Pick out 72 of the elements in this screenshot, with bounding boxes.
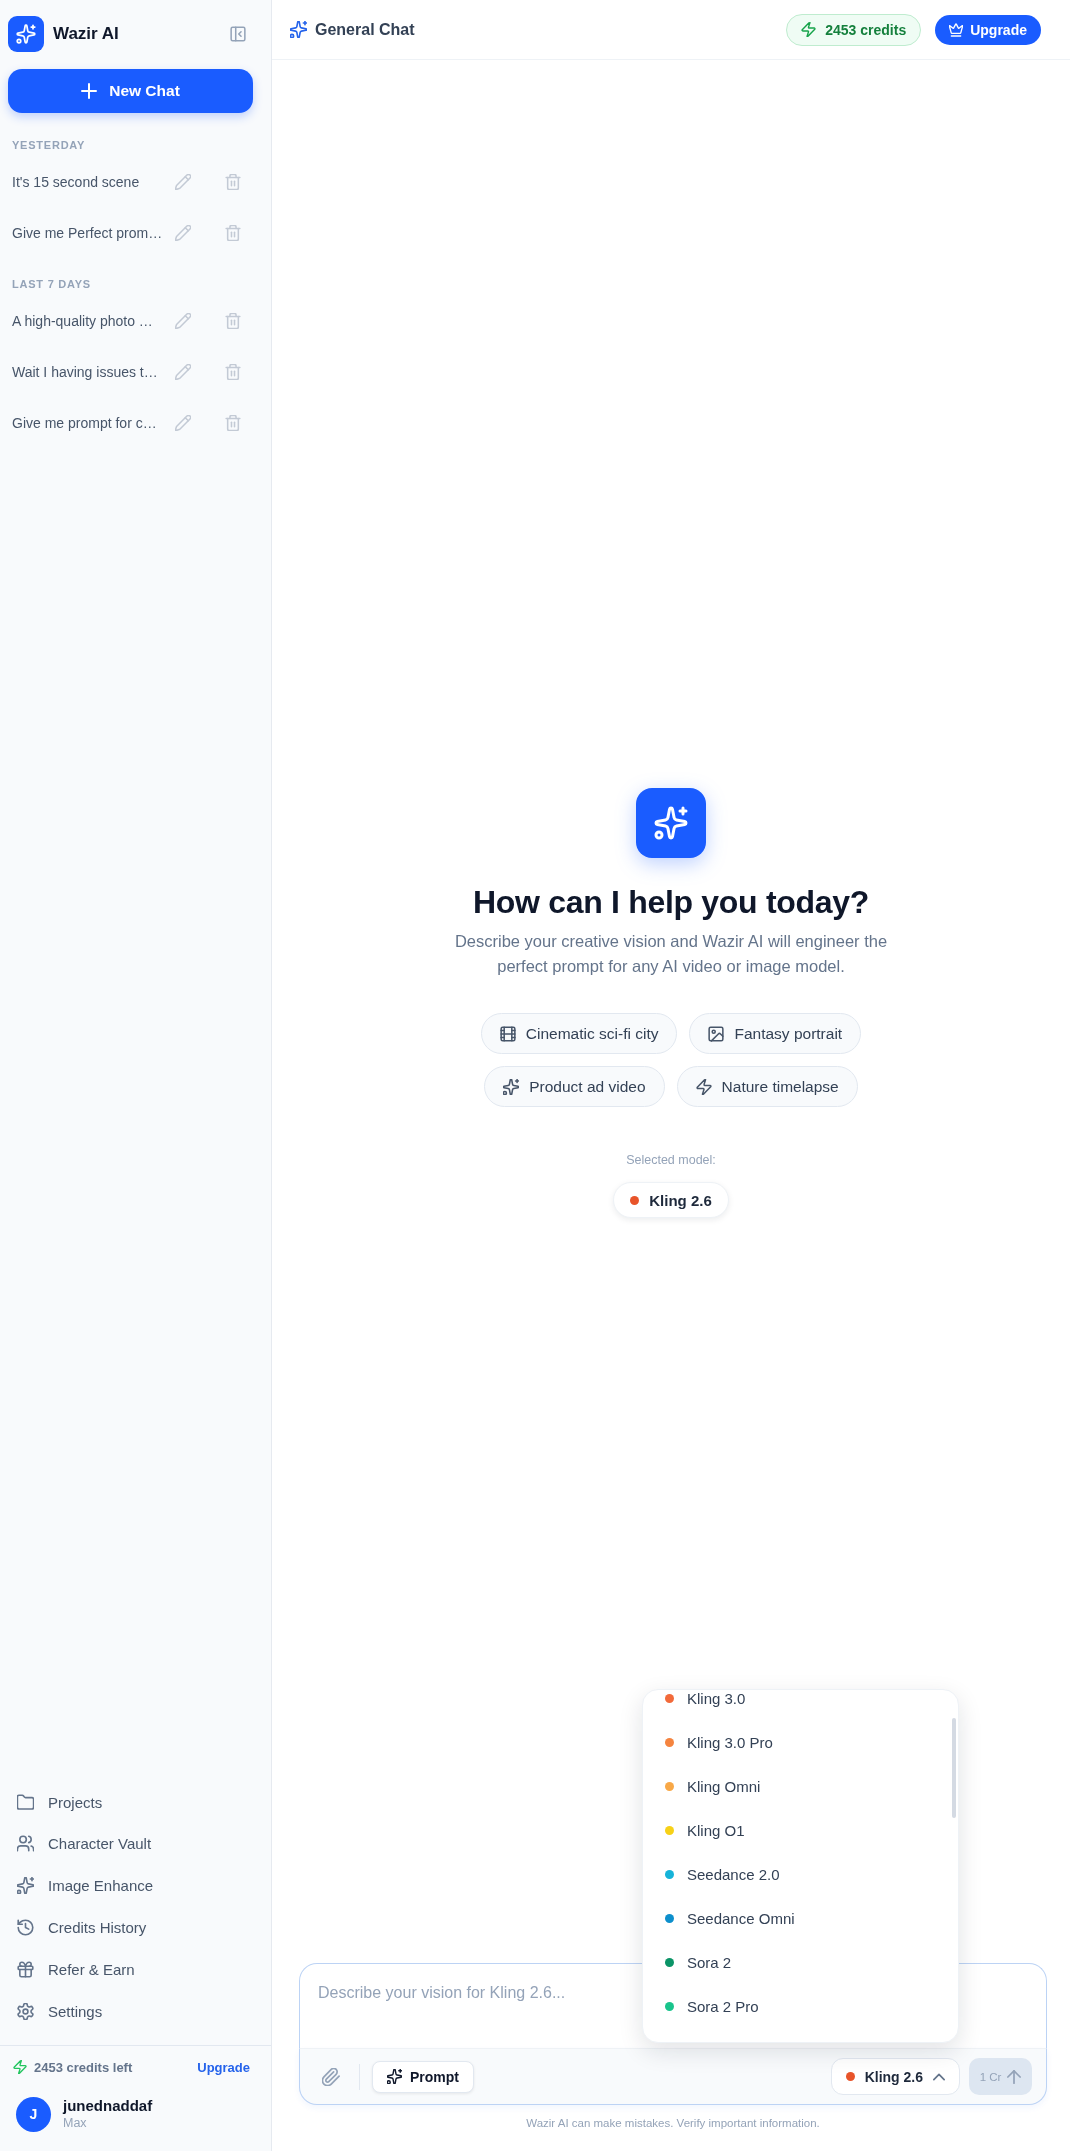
trash-icon[interactable] [225, 415, 241, 431]
model-option[interactable]: Seedance Omni [643, 1896, 944, 1940]
trash-icon[interactable] [225, 313, 241, 329]
suggestion-chip[interactable]: Product ad video [484, 1066, 665, 1107]
upgrade-link[interactable]: Upgrade [197, 2059, 250, 2075]
app-title: Wazir AI [53, 24, 120, 44]
sparkle-icon [387, 2069, 402, 2084]
scrollbar-thumb[interactable] [952, 1718, 956, 1818]
people-icon [17, 1835, 34, 1853]
chat-link[interactable]: Give me Perfect prom… [12, 225, 169, 241]
upgrade-button[interactable]: Upgrade [935, 14, 1041, 45]
gift-icon [17, 1960, 34, 1978]
sparkle-icon [290, 21, 307, 38]
crown-icon [949, 22, 964, 37]
folder-icon [17, 1793, 34, 1811]
suggestion-chip[interactable]: Fantasy portrait [689, 1013, 862, 1054]
model-selector[interactable]: Kling 2.6 [830, 2058, 960, 2095]
settings-icon [17, 2002, 34, 2020]
lightning-icon [13, 2060, 27, 2074]
username: junednaddaf [63, 2096, 153, 2115]
model-option[interactable]: Sora 2 Pro [643, 1984, 944, 2028]
selected-model-chip[interactable]: Kling 2.6 [613, 1182, 729, 1218]
suggestion-chip[interactable]: Nature timelapse [676, 1066, 858, 1107]
model-option[interactable]: Kling Omni [643, 1764, 944, 1808]
pencil-icon[interactable] [175, 313, 191, 329]
section-heading: YESTERDAY [11, 138, 87, 153]
nav-link[interactable]: Settings [8, 1990, 253, 2032]
nav-link[interactable]: Credits History [8, 1906, 253, 1949]
model-option[interactable]: Kling 3.0 Pro [643, 1720, 944, 1764]
disclaimer-text: Wazir AI can make mistakes. Verify important information. [526, 2116, 820, 2131]
suggestion-chip[interactable]: Cinematic sci-fi city [480, 1013, 678, 1054]
chat-link[interactable]: Wait I having issues t… [12, 364, 169, 380]
nav-link[interactable]: Refer & Earn [8, 1948, 253, 1991]
model-option[interactable]: Kling 3.0 [643, 1690, 944, 1720]
avatar: J [16, 2096, 51, 2132]
lightning-icon [801, 22, 817, 37]
selected-model-label: Selected model: [626, 1152, 716, 1169]
new-chat-button[interactable]: New Chat [8, 69, 253, 113]
sparkle-icon [503, 1078, 520, 1095]
chat-link[interactable]: A high-quality photo … [12, 313, 169, 329]
pencil-icon[interactable] [175, 415, 191, 431]
chat-title: General Chat [315, 20, 415, 39]
pencil-icon[interactable] [175, 364, 191, 380]
nav-link[interactable]: Projects [8, 1781, 253, 1823]
welcome-subtitle: Describe your creative vision and Wazir AI will engineer the perfect prompt for any AI video or image model. [453, 931, 889, 977]
pencil-icon[interactable] [175, 174, 191, 190]
prompt-button[interactable]: Prompt [372, 2060, 474, 2093]
film-icon [499, 1025, 516, 1042]
lightning-icon [695, 1078, 712, 1095]
nav-link[interactable]: Character Vault [8, 1823, 253, 1865]
nav-link[interactable]: Image Enhance [8, 1864, 253, 1907]
image-icon [708, 1025, 725, 1042]
plus-icon [81, 83, 98, 99]
sparkle-logo-icon [8, 16, 44, 52]
sidebar-toggle-icon[interactable] [230, 26, 246, 42]
model-option[interactable]: Kling O1 [643, 1808, 944, 1852]
sparkle-icon [636, 788, 706, 858]
pencil-icon[interactable] [175, 225, 191, 241]
history-icon [17, 1919, 34, 1936]
trash-icon[interactable] [225, 225, 241, 241]
section-heading: LAST 7 DAYS [11, 277, 92, 292]
chat-link[interactable]: Give me prompt for c… [12, 415, 169, 431]
credits-left-text: 2453 credits left [34, 2059, 134, 2075]
sparkle-icon [17, 1877, 34, 1895]
model-option[interactable]: Seedance 2.0 [643, 1852, 944, 1896]
welcome-heading: How can I help you today? [472, 883, 870, 922]
plan-label: Max [63, 2115, 88, 2132]
credits-count: 2453 credits [825, 21, 907, 38]
chat-link[interactable]: It's 15 second scene [12, 174, 169, 190]
trash-icon[interactable] [225, 174, 241, 190]
trash-icon[interactable] [225, 364, 241, 380]
paperclip-icon[interactable] [322, 2067, 340, 2086]
